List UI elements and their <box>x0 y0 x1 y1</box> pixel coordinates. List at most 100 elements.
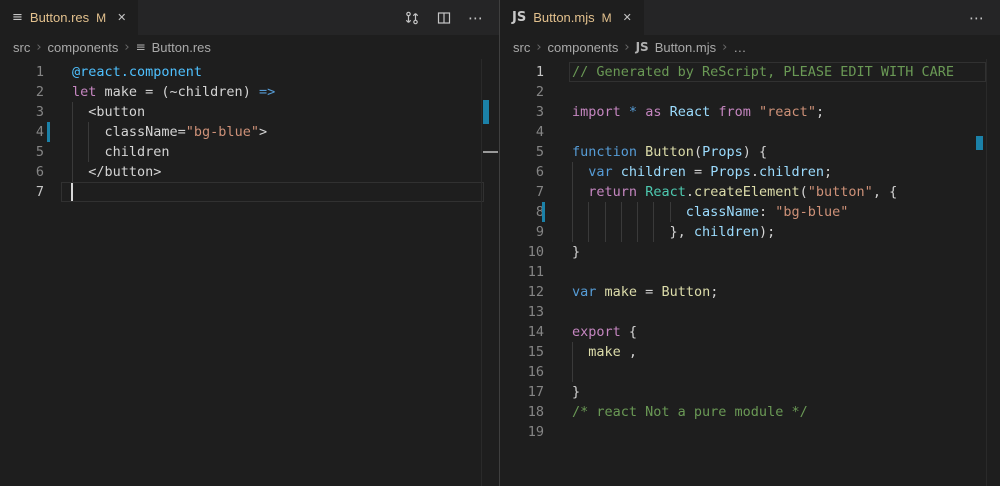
indent-guide <box>588 202 589 222</box>
overview-ruler-border <box>481 59 482 486</box>
code-line: 13 <box>500 302 1000 322</box>
line-number[interactable]: 14 <box>500 322 544 342</box>
indent-guide <box>605 222 606 242</box>
more-actions-icon[interactable]: ⋯ <box>467 9 485 27</box>
tab-button-mjs[interactable]: JS Button.mjs M ✕ <box>500 0 644 35</box>
code-line: 5 function Button(Props) { <box>500 142 1000 162</box>
line-number[interactable]: 8 <box>500 202 544 222</box>
more-actions-icon[interactable]: ⋯ <box>968 9 986 27</box>
code-line-text[interactable]: /* react Not a pure module */ <box>572 402 808 422</box>
tab-button-res[interactable]: ≡ Button.res M ✕ <box>0 0 138 35</box>
code-line-text[interactable]: function Button(Props) { <box>572 142 767 162</box>
code-line-text[interactable]: </button> <box>72 162 161 182</box>
close-icon[interactable]: ✕ <box>621 10 634 25</box>
javascript-file-icon: JS <box>636 40 649 54</box>
line-number[interactable]: 6 <box>0 162 44 182</box>
line-number[interactable]: 18 <box>500 402 544 422</box>
line-number[interactable]: 13 <box>500 302 544 322</box>
indent-guide <box>621 222 622 242</box>
line-number[interactable]: 6 <box>500 162 544 182</box>
code-line-text[interactable]: } <box>572 382 580 402</box>
close-icon[interactable]: ✕ <box>115 10 128 25</box>
line-number[interactable]: 15 <box>500 342 544 362</box>
line-number[interactable]: 1 <box>500 62 544 82</box>
line-number[interactable]: 7 <box>500 182 544 202</box>
line-number[interactable]: 11 <box>500 262 544 282</box>
tab-label: Button.res <box>30 10 89 25</box>
breadcrumb-item-components[interactable]: components <box>48 40 119 55</box>
line-number[interactable]: 4 <box>0 122 44 142</box>
line-number[interactable]: 17 <box>500 382 544 402</box>
code-line: 5 children <box>0 142 499 162</box>
overview-modified-marker <box>483 100 489 124</box>
indent-guide <box>653 202 654 222</box>
modified-badge: M <box>602 11 612 25</box>
indent-guide <box>72 102 73 182</box>
code-lines: 1 @react.component 2 let make = (~children)… <box>0 59 499 202</box>
code-line-text[interactable]: let make = (~children) => <box>72 82 275 102</box>
code-line-text[interactable]: className: "bg-blue" <box>572 202 848 222</box>
chevron-right-icon: › <box>536 40 541 55</box>
split-editor-icon[interactable] <box>435 9 453 27</box>
line-number[interactable]: 5 <box>500 142 544 162</box>
line-number[interactable]: 1 <box>0 62 44 82</box>
breadcrumb-item-src[interactable]: src <box>513 40 530 55</box>
line-number[interactable]: 16 <box>500 362 544 382</box>
breadcrumb-item-components[interactable]: components <box>548 40 619 55</box>
code-line-text[interactable]: className="bg-blue"> <box>72 122 267 142</box>
code-line-text[interactable]: } <box>572 242 580 262</box>
code-line: 14 export { <box>500 322 1000 342</box>
code-line: 16 <box>500 362 1000 382</box>
code-line: 7 return React.createElement("button", { <box>500 182 1000 202</box>
code-line: 4 <box>500 122 1000 142</box>
code-editor-button-mjs[interactable]: 1// Generated by ReScript, PLEASE EDIT W… <box>500 59 1000 486</box>
line-number[interactable]: 2 <box>0 82 44 102</box>
code-editor-button-res[interactable]: 1 @react.component 2 let make = (~children)… <box>0 59 499 486</box>
breadcrumb-item-file[interactable]: Button.res <box>152 40 211 55</box>
code-line: 19 <box>500 422 1000 442</box>
line-number[interactable]: 3 <box>0 102 44 122</box>
line-number[interactable]: 5 <box>0 142 44 162</box>
line-number[interactable]: 4 <box>500 122 544 142</box>
line-number[interactable]: 12 <box>500 282 544 302</box>
tab-bar-right: JS Button.mjs M ✕ ⋯ <box>500 0 1000 35</box>
indent-guide <box>637 202 638 222</box>
code-line-text[interactable]: }, children); <box>572 222 775 242</box>
code-line-text[interactable]: make , <box>572 342 637 362</box>
code-line: 6 </button> <box>0 162 499 182</box>
code-line: 3 <button <box>0 102 499 122</box>
code-line-text[interactable]: var make = Button; <box>572 282 718 302</box>
chevron-right-icon: › <box>624 40 629 55</box>
code-line-text[interactable]: var children = Props.children; <box>572 162 832 182</box>
text-cursor <box>71 183 73 201</box>
breadcrumb-item-file[interactable]: Button.mjs <box>655 40 716 55</box>
editor-group-left: ≡ Button.res M ✕ <box>0 0 500 486</box>
code-line-text[interactable]: @react.component <box>72 62 202 82</box>
code-line-text[interactable]: return React.createElement("button", { <box>572 182 897 202</box>
code-line-text[interactable]: export { <box>572 322 637 342</box>
code-line-text[interactable]: import * as React from "react"; <box>572 102 824 122</box>
compare-changes-icon[interactable] <box>403 9 421 27</box>
code-line: 1 @react.component <box>0 62 499 82</box>
line-number[interactable]: 9 <box>500 222 544 242</box>
overview-modified-marker <box>976 136 983 150</box>
editor-group-right: JS Button.mjs M ✕ ⋯ src › components › J… <box>500 0 1000 486</box>
line-number[interactable]: 10 <box>500 242 544 262</box>
breadcrumb-item-symbol[interactable]: … <box>733 40 746 55</box>
chevron-right-icon: › <box>124 40 129 55</box>
current-line-highlight <box>61 182 484 202</box>
line-number[interactable]: 2 <box>500 82 544 102</box>
code-line-text[interactable]: children <box>72 142 170 162</box>
line-number[interactable]: 19 <box>500 422 544 442</box>
line-number[interactable]: 7 <box>0 182 44 202</box>
code-line: 8 className: "bg-blue" <box>500 202 1000 222</box>
indent-guide <box>670 202 671 222</box>
editor-sash[interactable] <box>497 0 503 486</box>
breadcrumb: src › components › ≡ Button.res <box>0 35 499 59</box>
gutter-modified-marker <box>542 202 545 222</box>
breadcrumb-item-src[interactable]: src <box>13 40 30 55</box>
code-lines: 1// Generated by ReScript, PLEASE EDIT W… <box>500 59 1000 442</box>
chevron-right-icon: › <box>722 40 727 55</box>
code-line-text[interactable]: <button <box>72 102 145 122</box>
line-number[interactable]: 3 <box>500 102 544 122</box>
